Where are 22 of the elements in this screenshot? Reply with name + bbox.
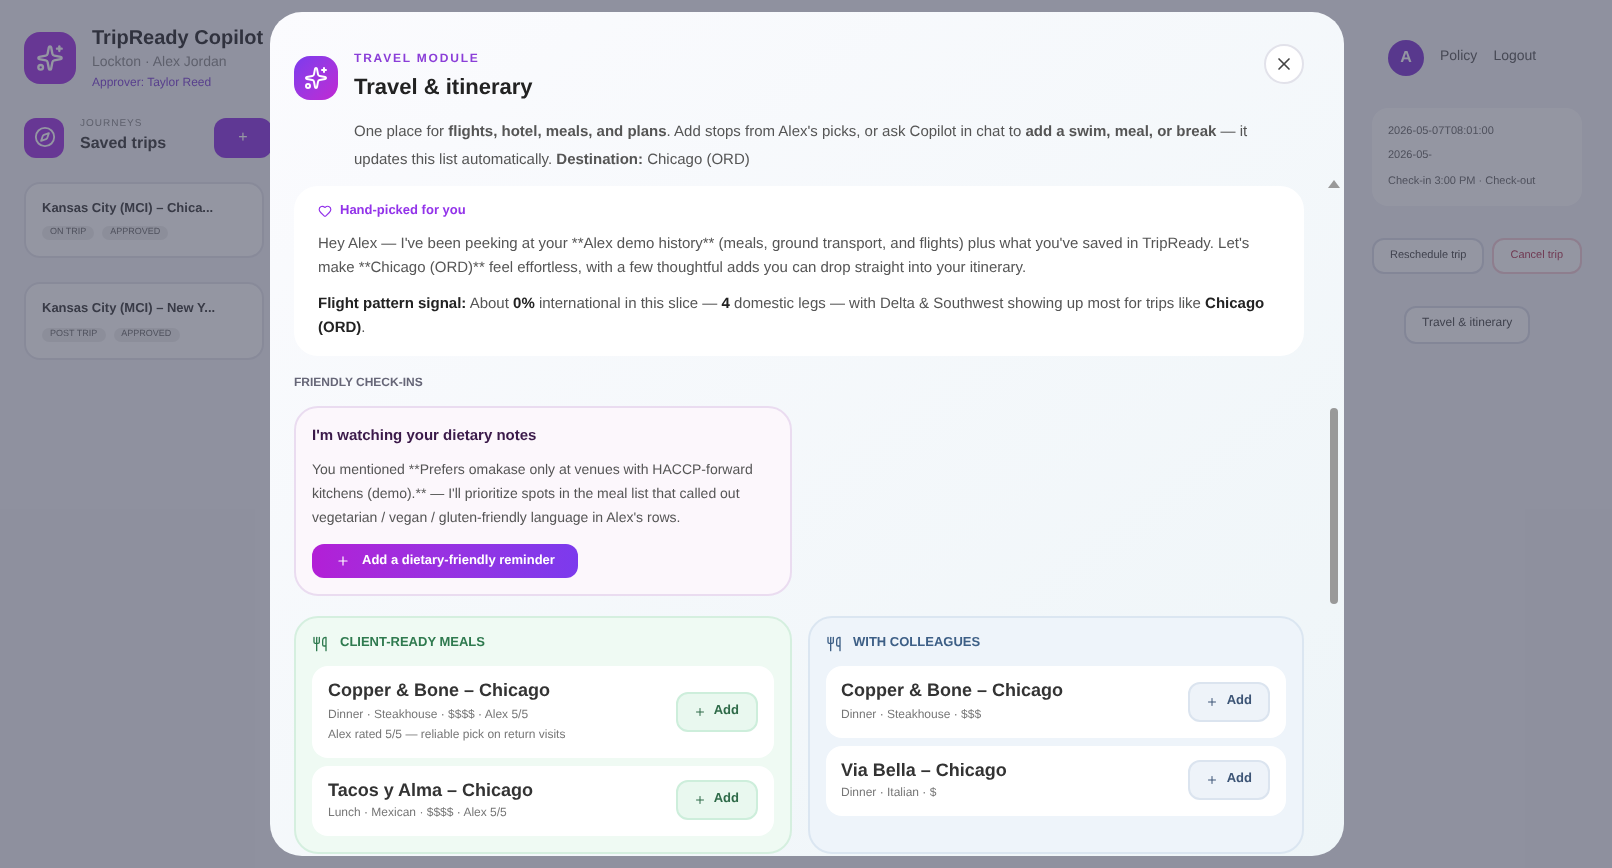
heart-icon [318, 203, 332, 218]
meal-name: Tacos y Alma – Chicago [328, 777, 536, 804]
section-title: Saved trips [80, 132, 167, 157]
avatar[interactable]: A [1388, 40, 1424, 76]
sparkles-icon [294, 56, 338, 100]
meal-name: Copper & Bone – Chicago [328, 678, 553, 704]
new-trip-button[interactable]: + [214, 117, 272, 157]
plus-icon [693, 794, 706, 807]
plus-icon [1206, 695, 1219, 708]
app-title: TripReady Copilot [92, 26, 264, 54]
close-button[interactable] [1264, 44, 1304, 84]
plus-icon [336, 553, 350, 568]
meal-name: Copper & Bone – Chicago [841, 678, 1066, 704]
close-icon [1274, 54, 1294, 74]
utensils-icon [312, 636, 328, 653]
plus-icon [1206, 774, 1219, 787]
meal-name: Via Bella – Chicago [841, 757, 1009, 784]
plus-icon [693, 705, 706, 718]
compass-icon [24, 117, 64, 157]
modal-title: Travel & itinerary [354, 74, 533, 104]
app-logo-icon [24, 32, 76, 85]
utensils-icon [825, 636, 841, 653]
